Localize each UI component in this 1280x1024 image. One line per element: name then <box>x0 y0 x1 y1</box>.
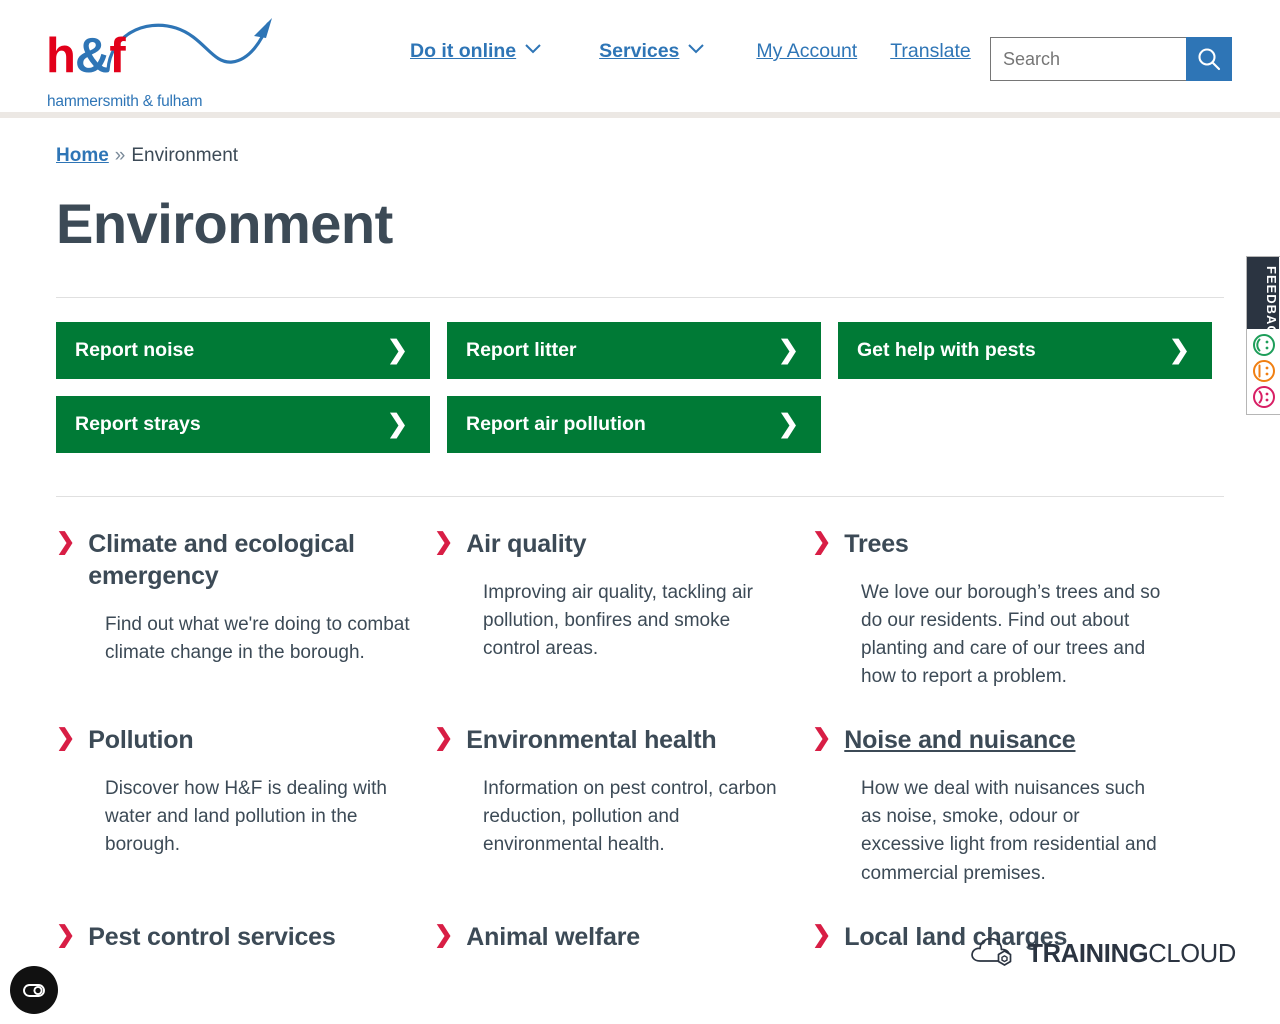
logo-swoosh-icon <box>106 18 272 72</box>
chevron-down-icon[interactable] <box>525 41 541 58</box>
link-grid: ❯ Climate and ecological emergency Find … <box>56 528 1224 986</box>
link-heading[interactable]: ❯ Pest control services <box>56 921 410 953</box>
nav-item-services[interactable]: Services <box>599 40 679 63</box>
link-heading[interactable]: ❯ Trees <box>812 528 1166 560</box>
chevron-right-icon: ❯ <box>1169 335 1190 364</box>
action-button-label: Report litter <box>466 338 577 361</box>
page-container: Home» Environment Environment Report nois… <box>0 145 1280 986</box>
link-heading[interactable]: ❯ Animal welfare <box>434 921 788 953</box>
link-card-pollution: ❯ Pollution Discover how H&F is dealing … <box>56 724 434 920</box>
trainingcloud-watermark: TRAININGCLOUD <box>970 934 1236 974</box>
breadcrumb-separator: » <box>114 145 126 166</box>
nav-item-my-account[interactable]: My Account <box>756 40 857 63</box>
link-description: We love our borough’s trees and so do ou… <box>861 581 1161 688</box>
chevron-right-icon: ❯ <box>434 724 454 751</box>
logo-letter-f: f <box>109 29 125 83</box>
chevron-right-icon: ❯ <box>387 335 408 364</box>
header-divider <box>0 112 1280 118</box>
page-title: Environment <box>56 192 393 255</box>
action-button-report-litter[interactable]: Report litter ❯ <box>447 321 821 379</box>
action-button-report-noise[interactable]: Report noise ❯ <box>56 321 430 379</box>
site-header: h&f hammersmith & fulham Do it online Se… <box>0 0 1280 112</box>
link-title: Climate and ecological emergency <box>88 529 355 590</box>
chevron-down-icon-services[interactable] <box>688 41 705 58</box>
link-heading[interactable]: ❯ Environmental health <box>434 724 788 756</box>
chevron-right-icon: ❯ <box>434 527 454 554</box>
site-logo[interactable]: h&f hammersmith & fulham <box>44 14 274 110</box>
link-description: Improving air quality, tackling air poll… <box>483 581 753 660</box>
breadcrumb-current: Environment <box>131 145 239 166</box>
watermark-light-text: CLOUD <box>1148 939 1236 968</box>
link-card-noise-and-nuisance: ❯ Noise and nuisance How we deal with nu… <box>812 724 1190 920</box>
link-card-environmental-health: ❯ Environmental health Information on pe… <box>434 724 812 920</box>
chevron-right-icon: ❯ <box>778 335 799 364</box>
chevron-right-icon: ❯ <box>812 527 832 554</box>
search-button[interactable] <box>1186 37 1232 81</box>
action-button-label: Report air pollution <box>466 412 646 435</box>
link-title: Air quality <box>466 529 587 558</box>
action-button-grid: Report noise ❯ Report litter ❯ Get help … <box>56 321 1224 453</box>
feedback-face-list <box>1247 329 1280 414</box>
sad-face-icon[interactable] <box>1252 385 1276 409</box>
link-card-animal-welfare: ❯ Animal welfare <box>434 921 812 986</box>
feedback-label[interactable]: FEEDBACK <box>1247 257 1279 346</box>
link-card-pest-control-services: ❯ Pest control services <box>56 921 434 986</box>
link-heading[interactable]: ❯ Pollution <box>56 724 410 756</box>
link-title: Environmental health <box>466 726 717 755</box>
link-heading[interactable]: ❯ Air quality <box>434 528 788 560</box>
cookie-toggle-icon <box>23 984 45 997</box>
happy-face-icon[interactable] <box>1252 333 1276 357</box>
logo-wordmark: h&f <box>46 29 126 83</box>
link-title: Pollution <box>88 726 194 755</box>
chevron-right-icon: ❯ <box>812 920 832 947</box>
link-title: Trees <box>844 529 909 558</box>
chevron-right-icon: ❯ <box>434 920 454 947</box>
chevron-right-icon: ❯ <box>778 409 799 438</box>
trainingcloud-label: TRAININGCLOUD <box>1027 940 1236 969</box>
action-button-label: Get help with pests <box>857 338 1036 361</box>
search-icon <box>1198 48 1221 71</box>
link-title: Noise and nuisance <box>844 726 1076 755</box>
divider-above-links <box>56 495 1224 497</box>
link-heading[interactable]: ❯ Climate and ecological emergency <box>56 528 410 592</box>
nav-item-translate[interactable]: Translate <box>890 40 971 63</box>
chevron-right-icon: ❯ <box>56 724 76 751</box>
chevron-right-icon: ❯ <box>56 920 76 947</box>
breadcrumb-home-link[interactable]: Home <box>56 145 109 166</box>
action-button-label: Report strays <box>75 412 201 435</box>
logo-ampersand: & <box>74 29 110 83</box>
chevron-right-icon: ❯ <box>387 409 408 438</box>
link-title: Pest control services <box>88 922 336 951</box>
action-button-get-help-with-pests[interactable]: Get help with pests ❯ <box>838 321 1212 379</box>
action-button-report-strays[interactable]: Report strays ❯ <box>56 395 430 453</box>
link-card-climate-and-ecological-emergency: ❯ Climate and ecological emergency Find … <box>56 528 434 724</box>
link-heading[interactable]: ❯ Noise and nuisance <box>812 724 1166 756</box>
logo-letter-h: h <box>46 29 76 83</box>
chevron-right-icon: ❯ <box>56 527 76 554</box>
search-bar <box>990 37 1232 81</box>
cookie-consent-button[interactable] <box>10 966 58 1014</box>
neutral-face-icon[interactable] <box>1252 359 1276 383</box>
link-description: How we deal with nuisances such as noise… <box>861 778 1157 884</box>
link-description: Discover how H&F is dealing with water a… <box>105 778 387 856</box>
watermark-bold-text: TRAINING <box>1027 939 1149 968</box>
link-card-air-quality: ❯ Air quality Improving air quality, tac… <box>434 528 812 724</box>
action-button-report-air-pollution[interactable]: Report air pollution ❯ <box>447 395 821 453</box>
link-description: Find out what we're doing to combat clim… <box>105 613 410 663</box>
logo-subtitle: hammersmith & fulham <box>47 93 203 110</box>
link-title: Animal welfare <box>466 922 640 951</box>
breadcrumb: Home» Environment <box>56 145 1224 167</box>
main-navigation: Do it online Services My Account Transla… <box>410 40 971 63</box>
link-description: Information on pest control, carbon redu… <box>483 778 777 856</box>
chevron-right-icon: ❯ <box>812 724 832 751</box>
feedback-tab[interactable]: FEEDBACK <box>1246 256 1280 415</box>
search-input[interactable] <box>990 37 1186 81</box>
link-card-trees: ❯ Trees We love our borough’s trees and … <box>812 528 1190 724</box>
divider-above-actions <box>56 296 1224 298</box>
cloud-hexagon-icon <box>971 937 1012 966</box>
nav-item-do-it-online[interactable]: Do it online <box>410 40 516 63</box>
action-button-label: Report noise <box>75 338 195 361</box>
